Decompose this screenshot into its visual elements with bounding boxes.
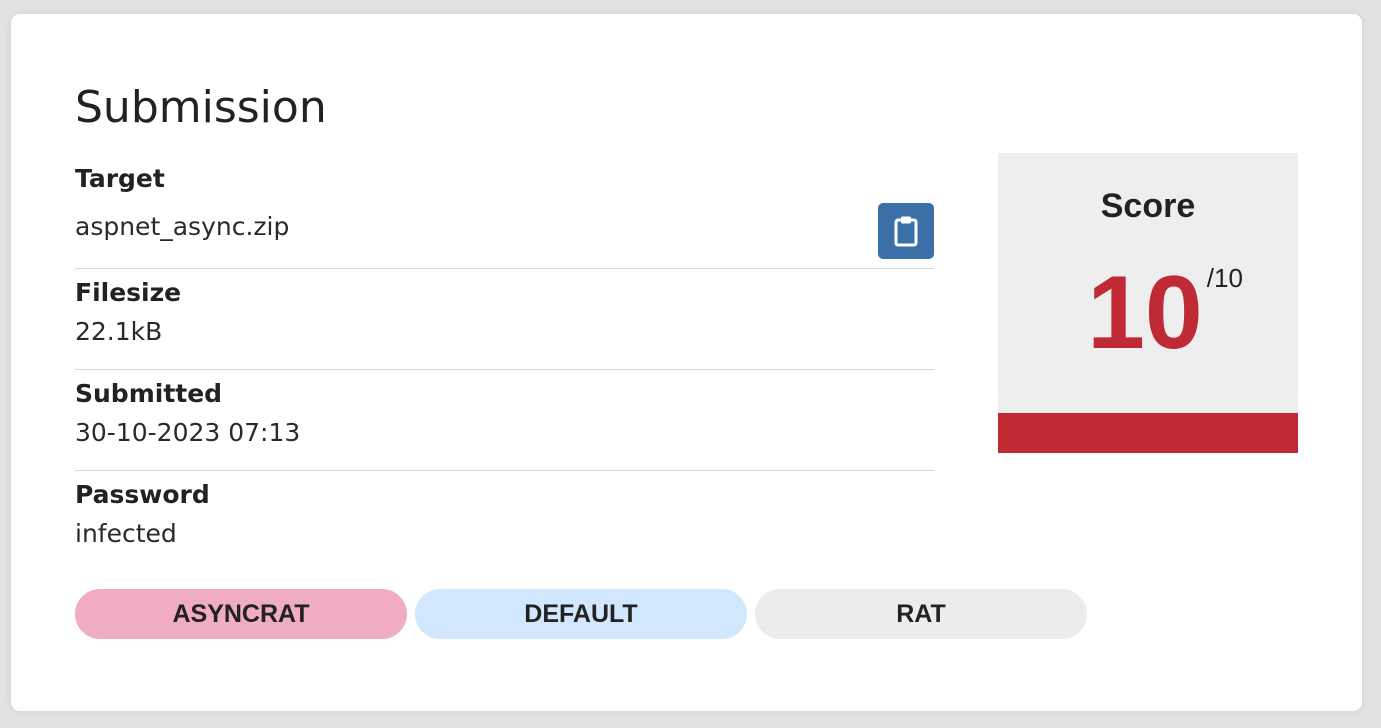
score-title: Score [1100,187,1196,225]
filesize-value: 22.1kB [75,317,163,346]
submission-card: Submission Target aspnet_async.zip Files… [11,14,1362,711]
password-row: Password infected [75,471,934,550]
copy-button[interactable] [878,203,934,259]
score-panel: Score 10/10 [998,153,1298,453]
score-value: 10 [1087,255,1203,371]
score-display: 10/10 [998,261,1298,365]
score-max: /10 [1206,263,1243,293]
tag-list: ASYNCRAT DEFAULT RAT [75,589,1087,639]
tag-rat[interactable]: RAT [755,589,1087,639]
target-label: Target [75,164,165,193]
target-value[interactable]: aspnet_async.zip [75,211,934,243]
clipboard-icon [894,216,918,247]
password-value: infected [75,519,177,548]
page-title: Submission [75,82,327,133]
password-label: Password [75,480,210,509]
filesize-label: Filesize [75,278,182,307]
score-bar [998,413,1298,453]
tag-default[interactable]: DEFAULT [415,589,747,639]
target-row: Target aspnet_async.zip [75,164,934,269]
submitted-label: Submitted [75,379,223,408]
filesize-row: Filesize 22.1kB [75,269,934,370]
tag-asyncrat[interactable]: ASYNCRAT [75,589,407,639]
submitted-value: 30-10-2023 07:13 [75,418,301,447]
submission-details: Target aspnet_async.zip Filesize 22.1kB … [75,164,934,550]
submitted-row: Submitted 30-10-2023 07:13 [75,370,934,471]
